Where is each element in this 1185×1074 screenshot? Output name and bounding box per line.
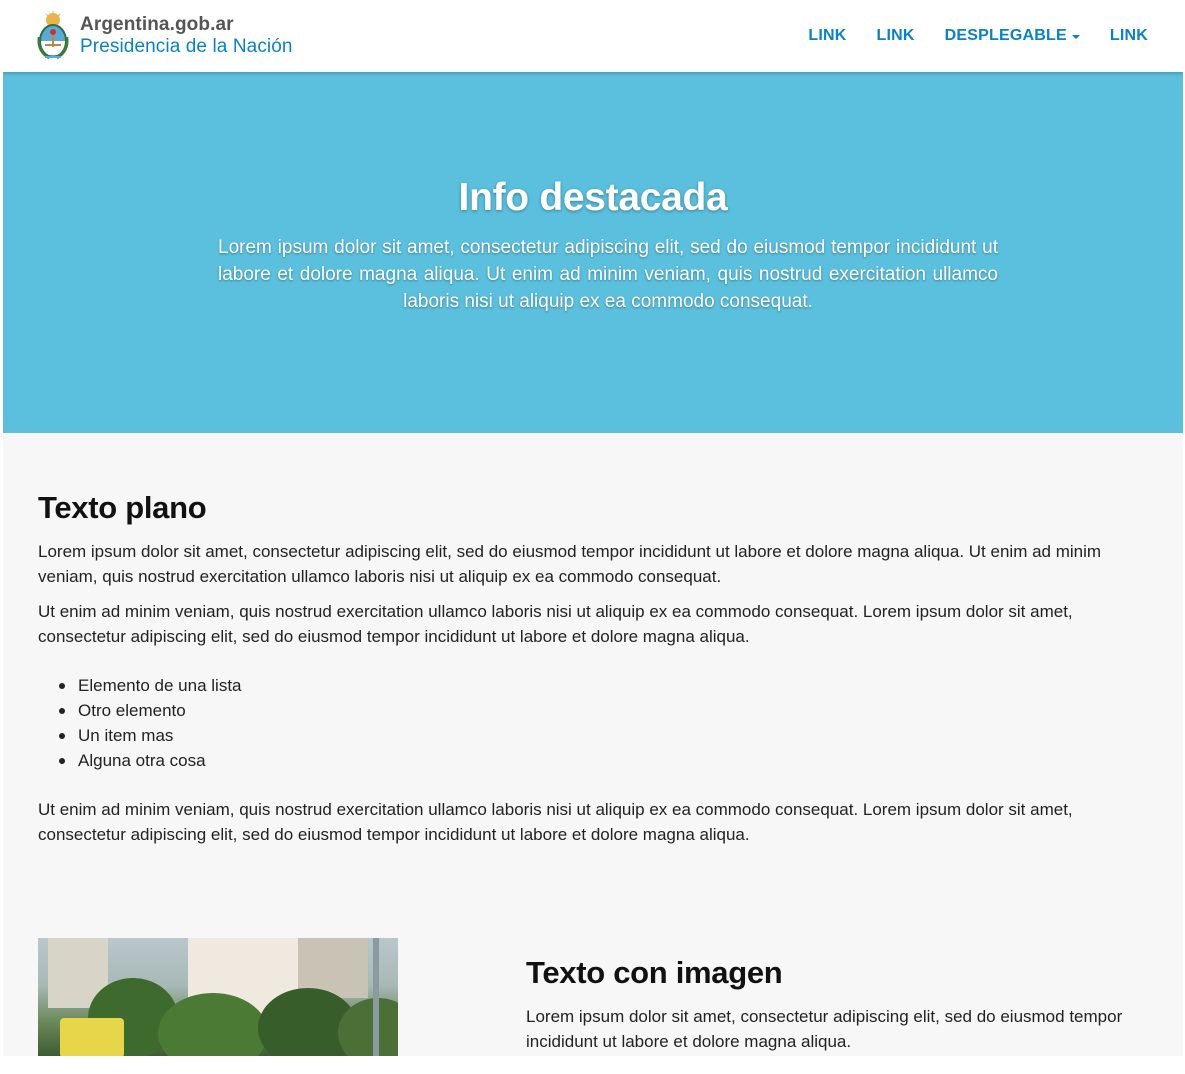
nav-dropdown[interactable]: DESPLEGABLE xyxy=(930,27,1095,45)
brand-link[interactable]: Argentina.gob.ar Presidencia de la Nació… xyxy=(35,10,293,62)
street-photo xyxy=(38,938,398,1056)
paragraph: Lorem ipsum dolor sit amet, consectetur … xyxy=(526,1007,1123,1051)
paragraph: Lorem ipsum dolor sit amet, consectetur … xyxy=(38,542,1102,586)
image-text-section: Texto con imagen Lorem ipsum dolor sit a… xyxy=(526,955,1166,1054)
nav-link-2[interactable]: LINK xyxy=(862,27,930,45)
nav-link-4[interactable]: LINK xyxy=(1095,27,1163,45)
main-nav: LINK LINK DESPLEGABLE LINK xyxy=(793,0,1163,72)
nav-link-label: LINK xyxy=(1109,27,1148,44)
nav-link-label: LINK xyxy=(808,27,847,44)
page: Argentina.gob.ar Presidencia de la Nació… xyxy=(3,0,1183,1056)
navbar: Argentina.gob.ar Presidencia de la Nació… xyxy=(3,0,1183,72)
list-item: Otro elemento xyxy=(38,698,1163,723)
coat-of-arms-logo xyxy=(37,11,69,60)
nav-link-label: LINK xyxy=(876,27,915,44)
section-title: Texto plano xyxy=(38,490,207,525)
bullet-list: Elemento de una lista Otro elemento Un i… xyxy=(38,673,1163,773)
brand-org-name: Presidencia de la Nación xyxy=(80,36,293,57)
plain-text-section: Texto plano Lorem ipsum dolor sit amet, … xyxy=(38,490,1163,847)
paragraph: Ut enim ad minim veniam, quis nostrud ex… xyxy=(38,800,1073,844)
brand-site-name: Argentina.gob.ar xyxy=(80,14,234,35)
nav-link-1[interactable]: LINK xyxy=(793,27,861,45)
nav-dropdown-label: DESPLEGABLE xyxy=(944,27,1067,44)
caret-down-icon xyxy=(1071,35,1080,39)
list-item: Un item mas xyxy=(38,723,1163,748)
list-item: Alguna otra cosa xyxy=(38,748,1163,773)
hero-text: Lorem ipsum dolor sit amet, consectetur … xyxy=(218,237,998,312)
paragraph: Ut enim ad minim veniam, quis nostrud ex… xyxy=(38,602,1073,646)
section-title: Texto con imagen xyxy=(526,955,783,990)
list-item: Elemento de una lista xyxy=(38,673,1163,698)
hero-banner: Info destacada Lorem ipsum dolor sit ame… xyxy=(3,72,1183,433)
hero-title: Info destacada xyxy=(458,176,728,219)
